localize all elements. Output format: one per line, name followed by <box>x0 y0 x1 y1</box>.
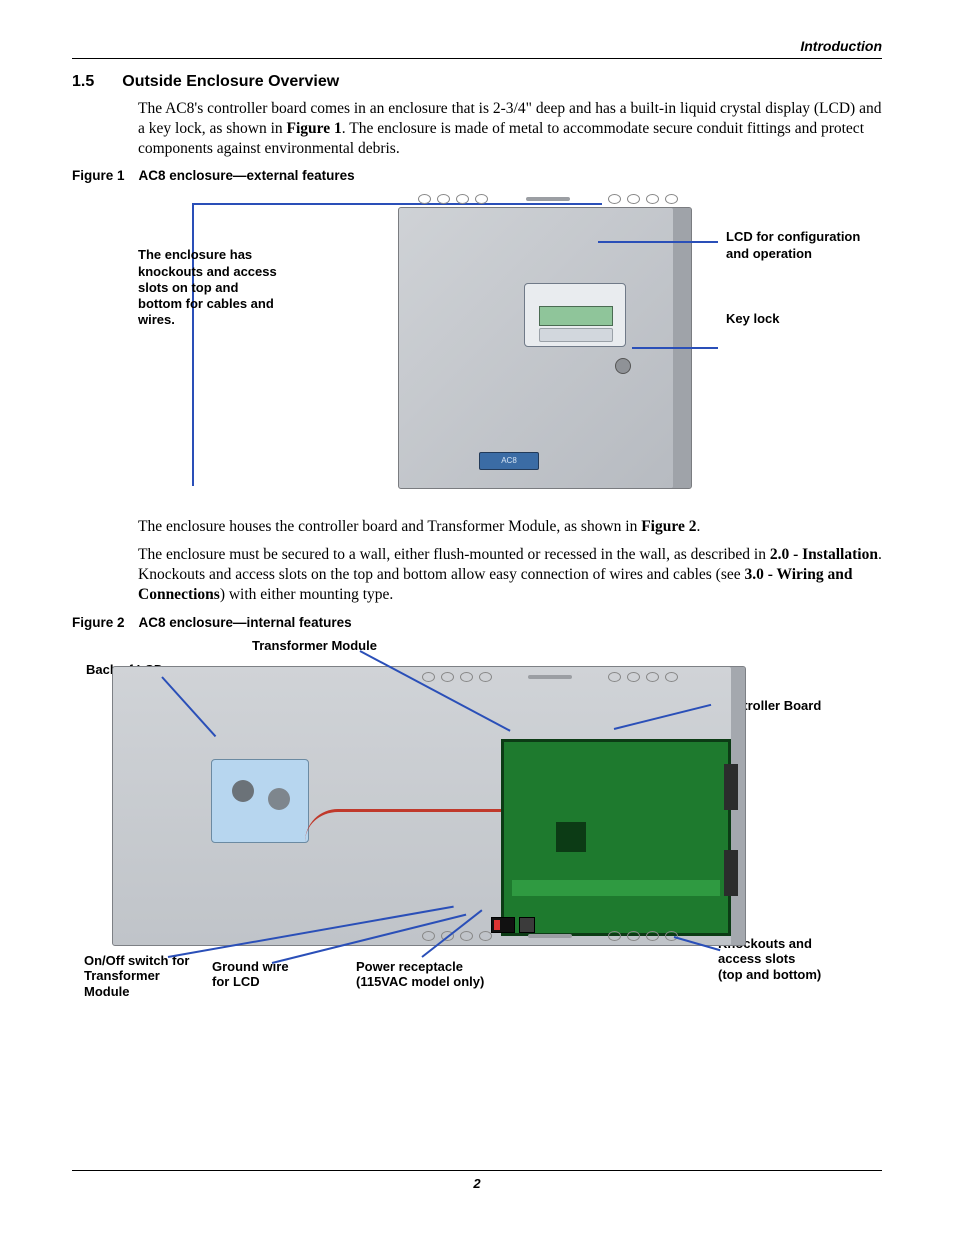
p3-a: The enclosure must be secured to a wall,… <box>138 546 770 563</box>
knockouts-top <box>422 672 678 682</box>
p3-ref-install: 2.0 - Installation <box>770 546 878 563</box>
section-heading: 1.5 Outside Enclosure Overview <box>72 73 882 91</box>
enclosure-top-knockouts <box>418 193 678 205</box>
figure2-annotation-recept-b: (115VAC model only) <box>356 974 484 989</box>
p2-figref: Figure 2 <box>641 518 696 535</box>
figure2-annotation-knockouts-b: (top and bottom) <box>718 967 821 982</box>
section-number: 1.5 <box>72 73 94 91</box>
figure2-label: Figure 2 AC8 enclosure—internal features <box>72 615 882 630</box>
figure1-leader-lock <box>632 347 718 349</box>
figure1-label: Figure 1 AC8 enclosure—external features <box>72 168 882 183</box>
top-rule <box>72 58 882 59</box>
figure2-label-b: AC8 enclosure—internal features <box>139 615 352 630</box>
figure1: The enclosure has knockouts and access s… <box>138 189 882 505</box>
figure2: Transformer Module Back of LCD Controlle… <box>72 636 882 996</box>
p2-a: The enclosure houses the controller boar… <box>138 518 641 535</box>
section-title: Outside Enclosure Overview <box>122 73 339 91</box>
p1-figref: Figure 1 <box>287 120 342 137</box>
paragraph-3: The enclosure must be secured to a wall,… <box>138 545 882 604</box>
footer-rule <box>72 1170 882 1171</box>
lcd-panel <box>524 283 626 347</box>
figure2-annotation-onoff: On/Off switch for Transformer Module <box>84 953 204 1000</box>
figure1-label-a: Figure 1 <box>72 168 125 183</box>
figure2-annotation-transformer: Transformer Module <box>252 638 377 654</box>
figure1-leader-left <box>192 203 194 486</box>
figure1-leader-lcd <box>598 241 718 243</box>
figure1-annotation-knockouts: The enclosure has knockouts and access s… <box>138 247 280 328</box>
figure2-annotation-gnd: Ground wire for LCD <box>212 959 298 990</box>
lcd-back <box>211 759 309 843</box>
controller-board <box>501 739 731 936</box>
figure2-label-a: Figure 2 <box>72 615 125 630</box>
figure1-annotation-lock: Key lock <box>726 311 779 327</box>
key-lock <box>615 358 631 374</box>
figure2-annotation-recept: Power receptacle (115VAC model only) <box>356 959 516 990</box>
enclosure-open <box>112 666 746 946</box>
ground-wire <box>305 809 501 842</box>
page-number: 2 <box>0 1176 954 1191</box>
running-head: Introduction <box>72 38 882 54</box>
figure2-annotation-recept-a: Power receptacle <box>356 959 463 974</box>
enclosure-badge: AC8 <box>479 452 539 470</box>
p2-c: . <box>696 518 700 535</box>
intro-paragraph-1: The AC8's controller board comes in an e… <box>138 99 882 158</box>
p3-e: ) with either mounting type. <box>220 586 393 603</box>
figure1-label-b: AC8 enclosure—external features <box>139 168 355 183</box>
paragraph-2: The enclosure houses the controller boar… <box>138 517 882 537</box>
knockouts-bottom <box>422 931 678 941</box>
figure1-annotation-lcd: LCD for configuration and operation <box>726 229 886 262</box>
